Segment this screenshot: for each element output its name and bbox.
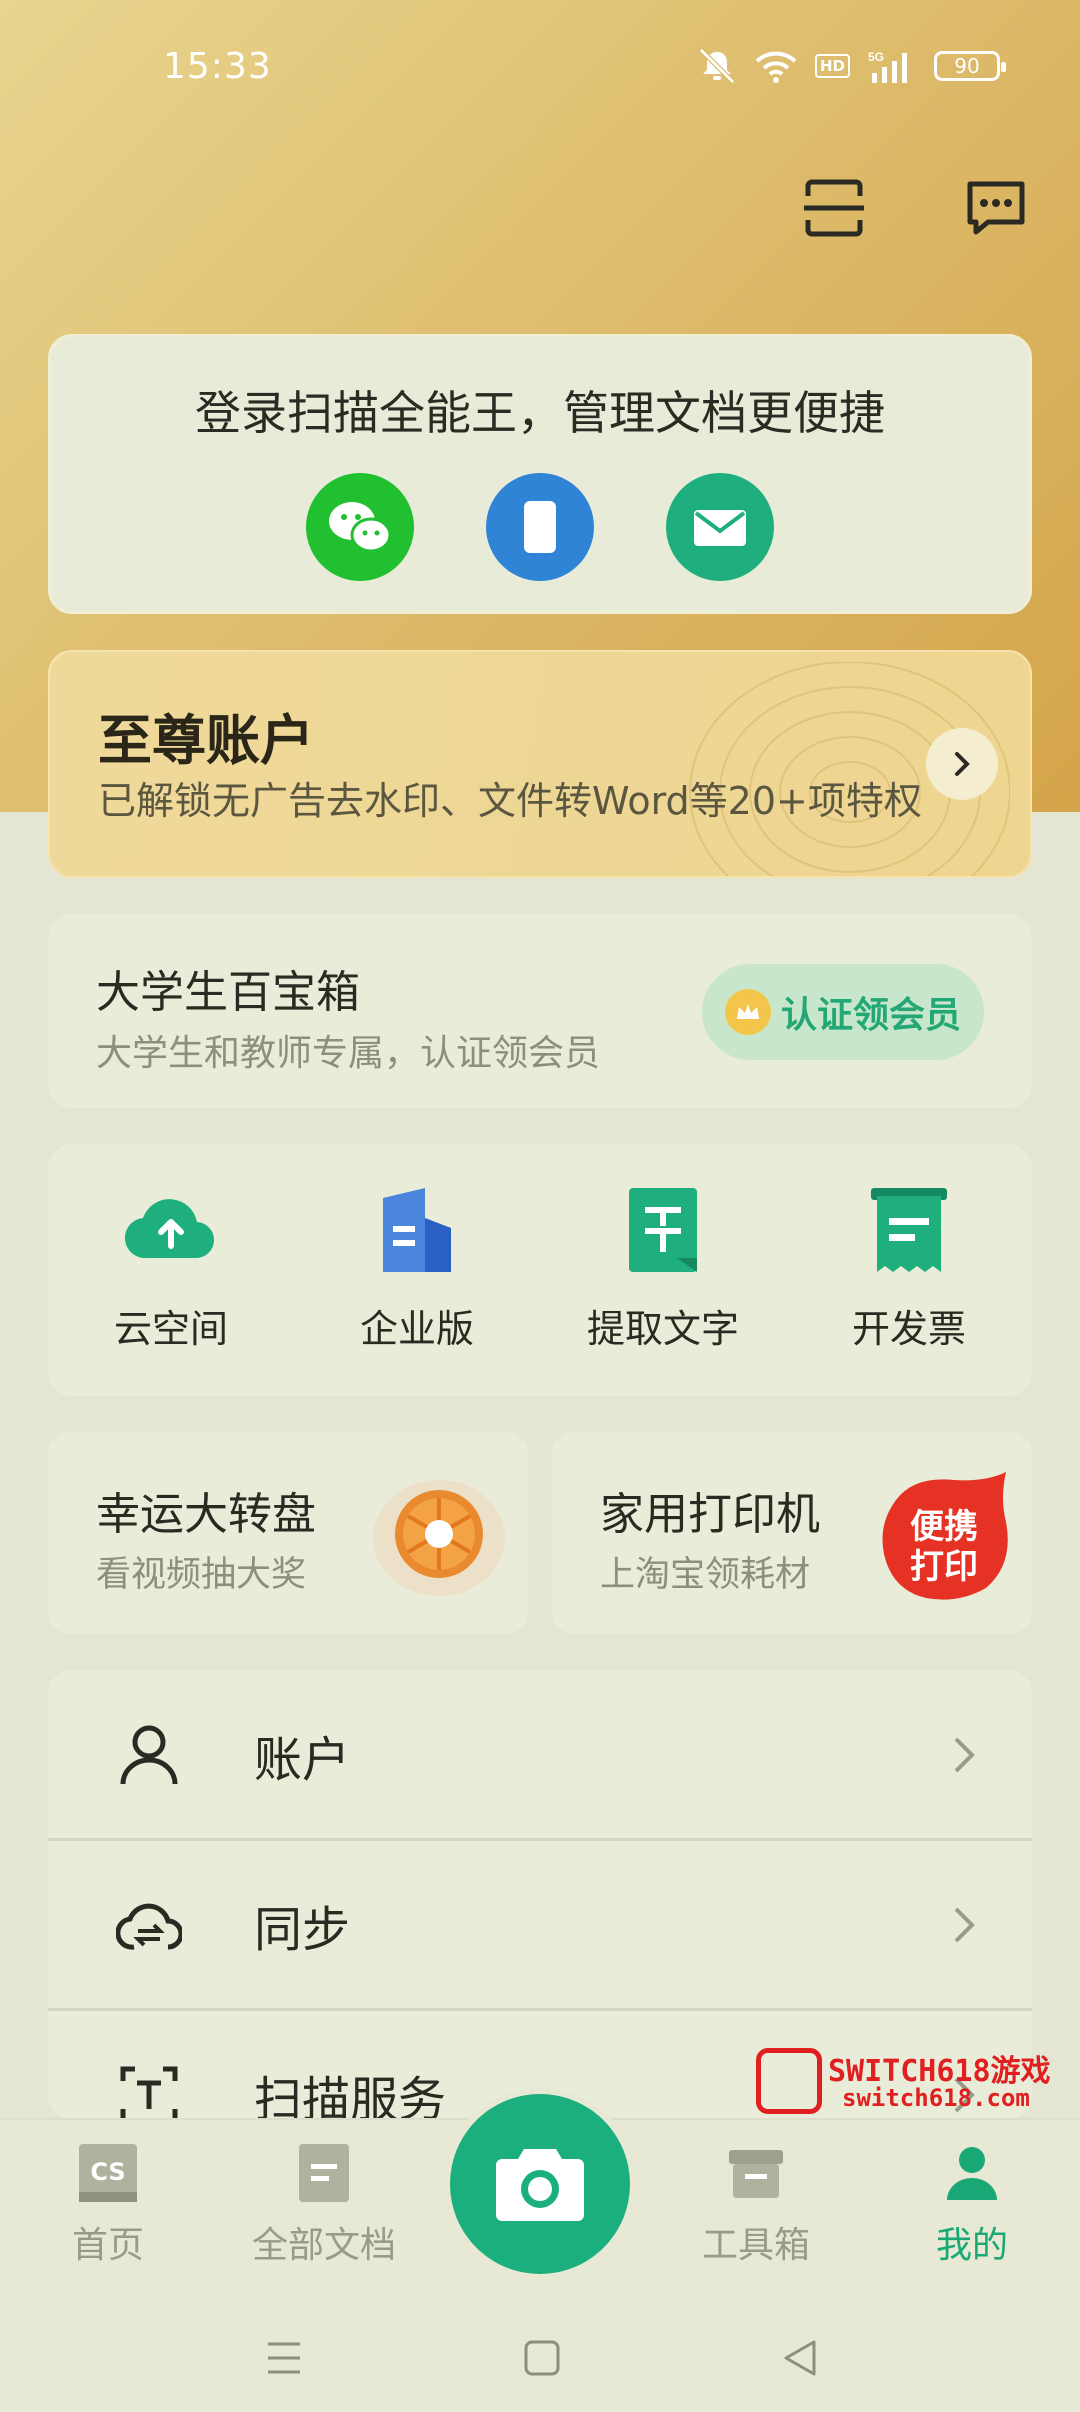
svg-text:CS: CS [90, 2158, 125, 2186]
tab-label: 全部文档 [251, 2225, 396, 2266]
portable-print-sticker: 便携 打印 [882, 1472, 1008, 1600]
student-title: 大学生百宝箱 [96, 967, 360, 1018]
mail-icon [694, 510, 746, 546]
promo-title: 幸运大转盘 [96, 1489, 316, 1540]
messages-button[interactable] [960, 172, 1032, 244]
svg-text:便携: 便携 [910, 1507, 978, 1547]
home-icon[interactable] [522, 2338, 562, 2378]
certify-button[interactable]: 认证领会员 [702, 964, 984, 1060]
signal-icon: 5G [868, 49, 916, 83]
tool-label: 开发票 [851, 1307, 966, 1351]
printer-card[interactable]: 家用打印机 上淘宝领耗材 便携 打印 [552, 1432, 1032, 1634]
certify-label: 认证领会员 [780, 995, 961, 1036]
cloud-upload-icon [124, 1199, 215, 1259]
login-card: 登录扫描全能王，管理文档更便捷 [48, 334, 1032, 614]
chevron-right-icon [955, 752, 970, 776]
tab-label: 首页 [71, 2225, 144, 2266]
cs-logo-icon: CS [79, 2144, 137, 2202]
phone-icon [524, 501, 556, 553]
wechat-login-button[interactable] [306, 473, 414, 581]
promo-subtitle: 上淘宝领耗材 [600, 1555, 811, 1595]
top-actions [798, 172, 1032, 244]
tool-label: 提取文字 [586, 1307, 739, 1351]
promo-title: 家用打印机 [600, 1489, 820, 1540]
wechat-icon [329, 502, 392, 553]
svg-text:5G: 5G [868, 50, 884, 64]
tool-invoice[interactable]: 开发票 [786, 1144, 1032, 1396]
vip-subtitle: 已解锁无广告去水印、文件转Word等20+项特权 [98, 779, 922, 823]
camera-button[interactable] [450, 2094, 630, 2274]
vip-arrow-button[interactable] [926, 728, 998, 800]
chevron-right-icon [954, 1907, 975, 1943]
tool-label: 企业版 [359, 1307, 474, 1351]
lucky-wheel-card[interactable]: 幸运大转盘 看视频抽大奖 [48, 1432, 528, 1634]
system-nav-bar [0, 2308, 1080, 2412]
tab-home[interactable]: CS 首页 [8, 2144, 208, 2268]
toolbox-icon [729, 2150, 783, 2198]
status-time: 15:33 [163, 46, 272, 87]
scan-button[interactable] [798, 172, 870, 244]
tool-label: 云空间 [113, 1307, 228, 1351]
login-title: 登录扫描全能王，管理文档更便捷 [195, 386, 885, 440]
menu-item-sync[interactable]: 同步 [48, 1840, 1032, 2010]
chevron-right-icon [954, 1737, 975, 1773]
back-icon[interactable] [780, 2338, 820, 2378]
document-icon [299, 2144, 349, 2202]
watermark-line2: switch618.com [842, 2084, 1030, 2112]
scan-text-icon [116, 2062, 182, 2120]
camera-icon [496, 2149, 584, 2221]
tab-label: 工具箱 [701, 2225, 810, 2266]
menu-icon[interactable] [264, 2338, 304, 2378]
message-icon [967, 181, 1025, 235]
email-login-button[interactable] [666, 473, 774, 581]
menu-label: 账户 [254, 1732, 351, 1788]
mute-icon [697, 48, 737, 84]
wifi-icon [755, 49, 797, 83]
promo-subtitle: 看视频抽大奖 [96, 1555, 307, 1595]
text-extract-icon [629, 1188, 697, 1272]
tab-toolbox[interactable]: 工具箱 [656, 2144, 856, 2268]
login-methods [51, 473, 1029, 581]
crown-coin-icon [724, 989, 771, 1035]
student-card[interactable]: 大学生百宝箱 大学生和教师专属，认证领会员 认证领会员 [48, 914, 1032, 1108]
status-bar: 15:33 HD 5G 90 [0, 0, 1080, 140]
switch-logo-icon [756, 2048, 822, 2114]
vip-card[interactable]: 至尊账户 已解锁无广告去水印、文件转Word等20+项特权 [48, 650, 1032, 878]
menu-label: 扫描服务 [254, 2072, 447, 2120]
tab-mine[interactable]: 我的 [872, 2144, 1072, 2268]
profile-icon [947, 2147, 997, 2200]
student-subtitle: 大学生和教师专属，认证领会员 [96, 1033, 601, 1074]
prize-wheel-icon [373, 1480, 505, 1596]
tab-label: 我的 [935, 2225, 1008, 2266]
person-icon [116, 1722, 182, 1788]
svg-text:打印: 打印 [910, 1547, 978, 1587]
scan-icon [804, 179, 864, 237]
menu-item-account[interactable]: 账户 [48, 1670, 1032, 1840]
tool-extract-text[interactable]: 提取文字 [540, 1144, 786, 1396]
site-watermark: SWITCH618游戏 switch618.com [756, 2046, 1060, 2116]
building-icon [383, 1188, 451, 1272]
status-icons: HD 5G 90 [697, 48, 1006, 84]
invoice-icon [871, 1188, 947, 1272]
battery-indicator: 90 [934, 51, 1006, 81]
menu-label: 同步 [254, 1902, 351, 1958]
tab-all-documents[interactable]: 全部文档 [224, 2144, 424, 2268]
tools-grid: 云空间 企业版 提取文字 开发票 [48, 1144, 1032, 1396]
phone-login-button[interactable] [486, 473, 594, 581]
tool-cloud-space[interactable]: 云空间 [48, 1144, 294, 1396]
tool-enterprise[interactable]: 企业版 [294, 1144, 540, 1396]
hd-badge: HD [814, 54, 850, 78]
vip-title: 至尊账户 [98, 709, 314, 772]
cloud-sync-icon [116, 1892, 182, 1958]
